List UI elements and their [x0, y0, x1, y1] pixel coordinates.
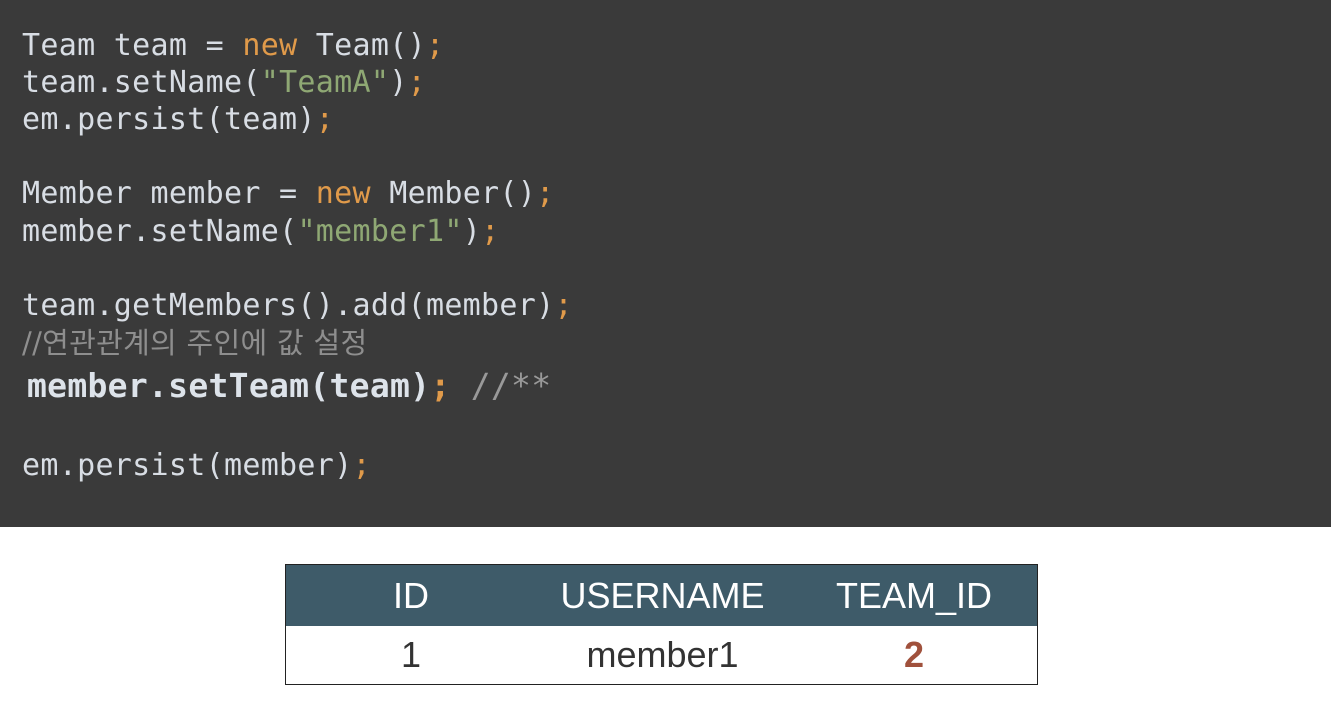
code-text: member.setName( — [22, 214, 298, 249]
column-header-username: USERNAME — [560, 574, 765, 616]
code-comment: //** — [450, 366, 552, 405]
code-line-highlighted: member.setTeam(team); //** — [27, 368, 551, 404]
table-row: 1 member1 2 — [286, 626, 1037, 684]
code-text: team.getMembers().add(member) — [22, 288, 555, 323]
cell-id: 1 — [400, 634, 422, 675]
semicolon: ; — [481, 214, 500, 249]
semicolon: ; — [315, 102, 335, 137]
code-panel: Team team = new Team(); team.setName("Te… — [0, 0, 1331, 527]
code-line-9: em.persist(member); — [22, 448, 371, 484]
keyword-new: new — [242, 28, 298, 63]
code-text: em.persist(member) — [22, 448, 353, 483]
table-header-row: ID USERNAME TEAM_ID — [286, 565, 1037, 626]
code-text: Team team = — [22, 28, 243, 63]
code-comment-korean: //연관관계의 주인에 값 설정 — [22, 326, 368, 360]
code-line-6: team.getMembers().add(member); — [22, 288, 573, 324]
code-text: Member() — [370, 176, 537, 211]
semicolon: ; — [536, 176, 555, 211]
code-line-2: team.setName("TeamA"); — [22, 65, 426, 101]
code-line-4: Member member = new Member(); — [22, 176, 555, 212]
semicolon: ; — [430, 366, 451, 405]
cell-team-id: 2 — [903, 634, 925, 675]
member-table: ID USERNAME TEAM_ID 1 member1 2 — [285, 564, 1038, 685]
semicolon: ; — [425, 28, 445, 63]
cell-username: member1 — [586, 634, 739, 675]
code-line-1: Team team = new Team(); — [22, 28, 444, 64]
keyword-new: new — [315, 176, 371, 211]
code-text: ) — [389, 65, 408, 100]
code-text: team.setName( — [22, 65, 261, 100]
semicolon: ; — [554, 288, 573, 323]
string-literal: "TeamA" — [260, 65, 390, 100]
code-line-3: em.persist(team); — [22, 102, 334, 138]
code-text: ) — [462, 214, 482, 249]
column-header-team-id: TEAM_ID — [835, 574, 993, 616]
code-text: Member member = — [22, 176, 316, 211]
code-text: member.setTeam(team) — [27, 366, 431, 405]
string-literal: "member1" — [297, 214, 463, 249]
semicolon: ; — [407, 65, 426, 100]
semicolon: ; — [352, 448, 371, 483]
column-header-id: ID — [393, 574, 429, 616]
code-line-5: member.setName("member1"); — [22, 214, 499, 250]
code-text: Team() — [297, 28, 426, 63]
code-text: em.persist(team) — [22, 102, 316, 137]
